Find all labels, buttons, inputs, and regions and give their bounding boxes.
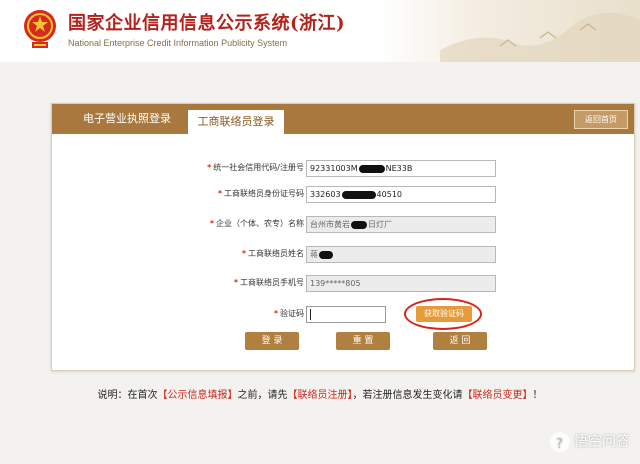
captcha-input[interactable] [306,306,386,323]
link-liaison-register[interactable]: 【联络员注册】 [288,390,353,401]
site-subtitle: National Enterprise Credit Information P… [68,38,288,48]
watermark: 悟空问答 [550,430,630,457]
back-home-button[interactable]: 返回首页 [574,110,628,129]
red-highlight-circle [404,298,482,330]
notice-middle-2: ，若注册信息发生变化请 [352,390,463,401]
back-button[interactable]: 返 回 [433,332,487,350]
notice-suffix: ！ [532,390,543,401]
header-great-wall-decoration [380,0,640,62]
login-button[interactable]: 登 录 [245,332,299,350]
notice-text: 说明：在首次【公示信息填报】之前，请先【联络员注册】，若注册信息发生变化请【联络… [0,386,640,401]
liaison-name-field: 蒋 [306,246,496,263]
id-number-label: * 工商联络员身份证号码 [217,189,304,198]
site-title: 国家企业信用信息公示系统(浙江) [68,13,346,34]
row-captcha: * 验证码 获取验证码 [52,298,634,330]
national-emblem-icon [22,8,58,50]
site-header: 国家企业信用信息公示系统(浙江) National Enterprise Cre… [0,0,640,62]
row-credit-code: * 统一社会信用代码/注册号 92331003M NE33B [52,158,634,178]
credit-code-input[interactable]: 92331003M NE33B [306,160,496,177]
row-id-number: * 工商联络员身份证号码 332603 40510 [52,184,634,204]
row-enterprise-name: * 企业（个体、农专）名称 台州市黄岩 日灯厂 [52,214,634,234]
liaison-name-label: * 工商联络员姓名 [241,249,304,258]
link-info-filing[interactable]: 【公示信息填报】 [158,390,238,401]
row-liaison-phone: * 工商联络员手机号 139*****805 [52,273,634,293]
enterprise-name-field: 台州市黄岩 日灯厂 [306,216,496,233]
row-liaison-name: * 工商联络员姓名 蒋 [52,244,634,264]
credit-code-label: * 统一社会信用代码/注册号 [207,163,304,172]
tab-liaison-login[interactable]: 工商联络员登录 [188,110,284,134]
login-tab-bar: 电子营业执照登录 工商联络员登录 返回首页 [52,104,634,134]
watermark-text: 悟空问答 [574,434,630,450]
link-liaison-change[interactable]: 【联络员变更】 [463,390,533,401]
id-number-input[interactable]: 332603 40510 [306,186,496,203]
login-panel: 电子营业执照登录 工商联络员登录 返回首页 * 统一社会信用代码/注册号 9233… [51,103,635,371]
question-bubble-icon [550,432,570,457]
tab-license-login[interactable]: 电子营业执照登录 [66,104,188,134]
liaison-phone-label: * 工商联络员手机号 [233,278,304,287]
captcha-label: * 验证码 [273,309,304,318]
reset-button[interactable]: 重 置 [336,332,390,350]
enterprise-name-label: * 企业（个体、农专）名称 [209,219,304,228]
notice-prefix: 说明：在首次 [97,390,158,401]
text-caret [310,309,311,320]
liaison-phone-field: 139*****805 [306,275,496,292]
notice-middle-1: 之前，请先 [237,390,288,401]
